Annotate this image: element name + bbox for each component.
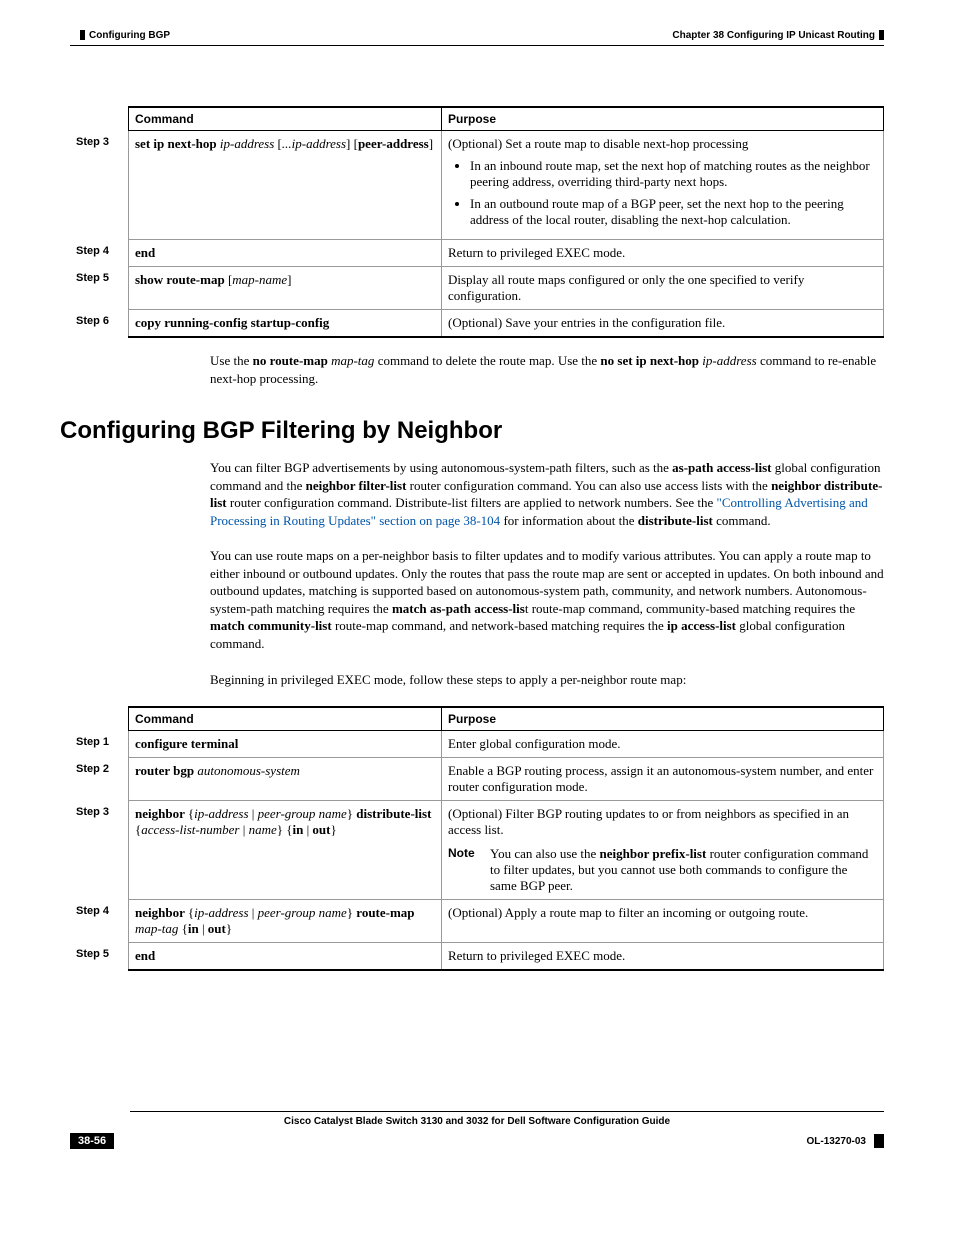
page-footer: Cisco Catalyst Blade Switch 3130 and 303…: [70, 1111, 884, 1149]
page-header: Configuring BGP Chapter 38 Configuring I…: [70, 30, 884, 41]
table-row: Step 6 copy running-config startup-confi…: [70, 310, 884, 338]
purpose-cell: Enter global configuration mode.: [442, 731, 884, 758]
note-label: Note: [448, 846, 490, 894]
table-row: Step 4 end Return to privileged EXEC mod…: [70, 240, 884, 267]
body-paragraph: Beginning in privileged EXEC mode, follo…: [210, 671, 884, 689]
command-cell: neighbor {ip-address | peer-group name} …: [129, 900, 442, 943]
th-purpose: Purpose: [442, 107, 884, 131]
list-item: In an outbound route map of a BGP peer, …: [470, 196, 877, 228]
purpose-cell: Return to privileged EXEC mode.: [442, 240, 884, 267]
table-row: Step 4 neighbor {ip-address | peer-group…: [70, 900, 884, 943]
step-label: Step 5: [70, 267, 129, 310]
header-rule: [70, 45, 884, 46]
table-row: Step 3 set ip next-hop ip-address [...ip…: [70, 131, 884, 240]
purpose-cell: (Optional) Save your entries in the conf…: [442, 310, 884, 338]
th-purpose: Purpose: [442, 707, 884, 731]
step-label: Step 6: [70, 310, 129, 338]
purpose-cell: Display all route maps configured or onl…: [442, 267, 884, 310]
command-cell: set ip next-hop ip-address [...ip-addres…: [129, 131, 442, 240]
table-row: Step 1 configure terminal Enter global c…: [70, 731, 884, 758]
header-marker-left: [80, 30, 85, 40]
command-table-1: Command Purpose Step 3 set ip next-hop i…: [70, 106, 884, 338]
note-body: You can also use the neighbor prefix-lis…: [490, 846, 877, 894]
step-label: Step 5: [70, 943, 129, 971]
purpose-cell: Return to privileged EXEC mode.: [442, 943, 884, 971]
command-cell: show route-map [map-name]: [129, 267, 442, 310]
table-row: Step 3 neighbor {ip-address | peer-group…: [70, 801, 884, 900]
body-paragraph: You can filter BGP advertisements by usi…: [210, 459, 884, 529]
command-table-2: Command Purpose Step 1 configure termina…: [70, 706, 884, 971]
list-item: In an inbound route map, set the next ho…: [470, 158, 877, 190]
step-label: Step 4: [70, 900, 129, 943]
body-paragraph: You can use route maps on a per-neighbor…: [210, 547, 884, 652]
command-cell: configure terminal: [129, 731, 442, 758]
table-row: Step 2 router bgp autonomous-system Enab…: [70, 758, 884, 801]
section-heading: Configuring BGP Filtering by Neighbor: [60, 417, 884, 445]
doc-id: OL-13270-03: [807, 1136, 866, 1147]
purpose-cell: (Optional) Set a route map to disable ne…: [442, 131, 884, 240]
purpose-cell: (Optional) Filter BGP routing updates to…: [442, 801, 884, 900]
command-cell: end: [129, 943, 442, 971]
table-row: Step 5 show route-map [map-name] Display…: [70, 267, 884, 310]
footer-rule: [130, 1111, 884, 1112]
command-cell: neighbor {ip-address | peer-group name} …: [129, 801, 442, 900]
step-label: Step 3: [70, 801, 129, 900]
step-label: Step 1: [70, 731, 129, 758]
page-number: 38-56: [70, 1133, 114, 1149]
th-command: Command: [129, 107, 442, 131]
step-label: Step 3: [70, 131, 129, 240]
header-chapter: Chapter 38 Configuring IP Unicast Routin…: [672, 30, 875, 41]
th-command: Command: [129, 707, 442, 731]
purpose-cell: (Optional) Apply a route map to filter a…: [442, 900, 884, 943]
footer-marker: [874, 1134, 884, 1148]
header-section: Configuring BGP: [89, 30, 170, 41]
command-cell: router bgp autonomous-system: [129, 758, 442, 801]
command-cell: copy running-config startup-config: [129, 310, 442, 338]
command-cell: end: [129, 240, 442, 267]
body-paragraph: Use the no route-map map-tag command to …: [210, 352, 884, 387]
step-label: Step 2: [70, 758, 129, 801]
header-marker-right: [879, 30, 884, 40]
table-row: Step 5 end Return to privileged EXEC mod…: [70, 943, 884, 971]
purpose-cell: Enable a BGP routing process, assign it …: [442, 758, 884, 801]
footer-title: Cisco Catalyst Blade Switch 3130 and 303…: [70, 1116, 884, 1127]
step-label: Step 4: [70, 240, 129, 267]
